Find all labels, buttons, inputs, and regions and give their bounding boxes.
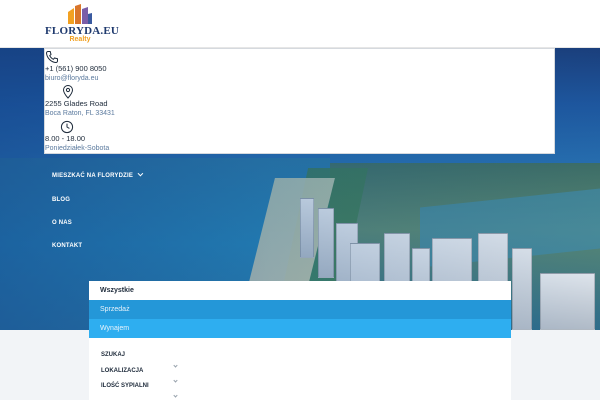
- tab-wszystkie[interactable]: Wszystkie: [89, 281, 511, 300]
- phone-number: +1 (561) 900 8050: [45, 64, 107, 73]
- tab-wynajem[interactable]: Wynajem: [89, 319, 511, 338]
- phone-icon: [45, 51, 58, 64]
- nav-item-label: MIESZKAĆ NA FLORYDZIE: [52, 173, 134, 179]
- location-field-label[interactable]: LOKALIZACJA: [101, 368, 143, 374]
- opening-days: Poniedziałek-Sobota: [45, 145, 110, 152]
- chevron-down-icon[interactable]: [173, 363, 178, 368]
- nav-item-o-nas[interactable]: O NAS: [52, 220, 72, 226]
- nav-item-blog[interactable]: BLOG: [52, 197, 70, 203]
- address-line2: Boca Raton, FL 33431: [45, 110, 115, 117]
- email-address[interactable]: biuro@floryda.eu: [45, 75, 98, 82]
- logo[interactable]: FLORYDA.EU Realty: [45, 4, 119, 44]
- bedrooms-field-label[interactable]: ILOŚĆ SYPIALNI: [101, 383, 149, 389]
- property-search-panel: Wszystkie Sprzedaż Wynajem SZUKAJ LOKALI…: [89, 281, 511, 400]
- contact-info-panel: +1 (561) 900 8050 biuro@floryda.eu 2255 …: [44, 48, 555, 154]
- logo-subtitle: Realty: [69, 36, 91, 43]
- clock-icon: [60, 120, 74, 134]
- map-pin-icon: [62, 85, 74, 99]
- address-line1: 2255 Glades Road: [45, 99, 108, 108]
- nav-item-mieszkac[interactable]: MIESZKAĆ NA FLORYDZIE: [52, 170, 144, 179]
- chevron-down-icon[interactable]: [173, 393, 178, 398]
- tab-sprzedaz[interactable]: Sprzedaż: [89, 300, 511, 319]
- logo-buildings-icon: [68, 4, 92, 24]
- chevron-down-icon[interactable]: [173, 378, 178, 383]
- opening-hours: 8.00 - 18.00: [45, 134, 86, 143]
- search-field-label[interactable]: SZUKAJ: [101, 352, 125, 358]
- nav-item-kontakt[interactable]: KONTAKT: [52, 243, 82, 249]
- site-header: FLORYDA.EU Realty: [0, 0, 600, 48]
